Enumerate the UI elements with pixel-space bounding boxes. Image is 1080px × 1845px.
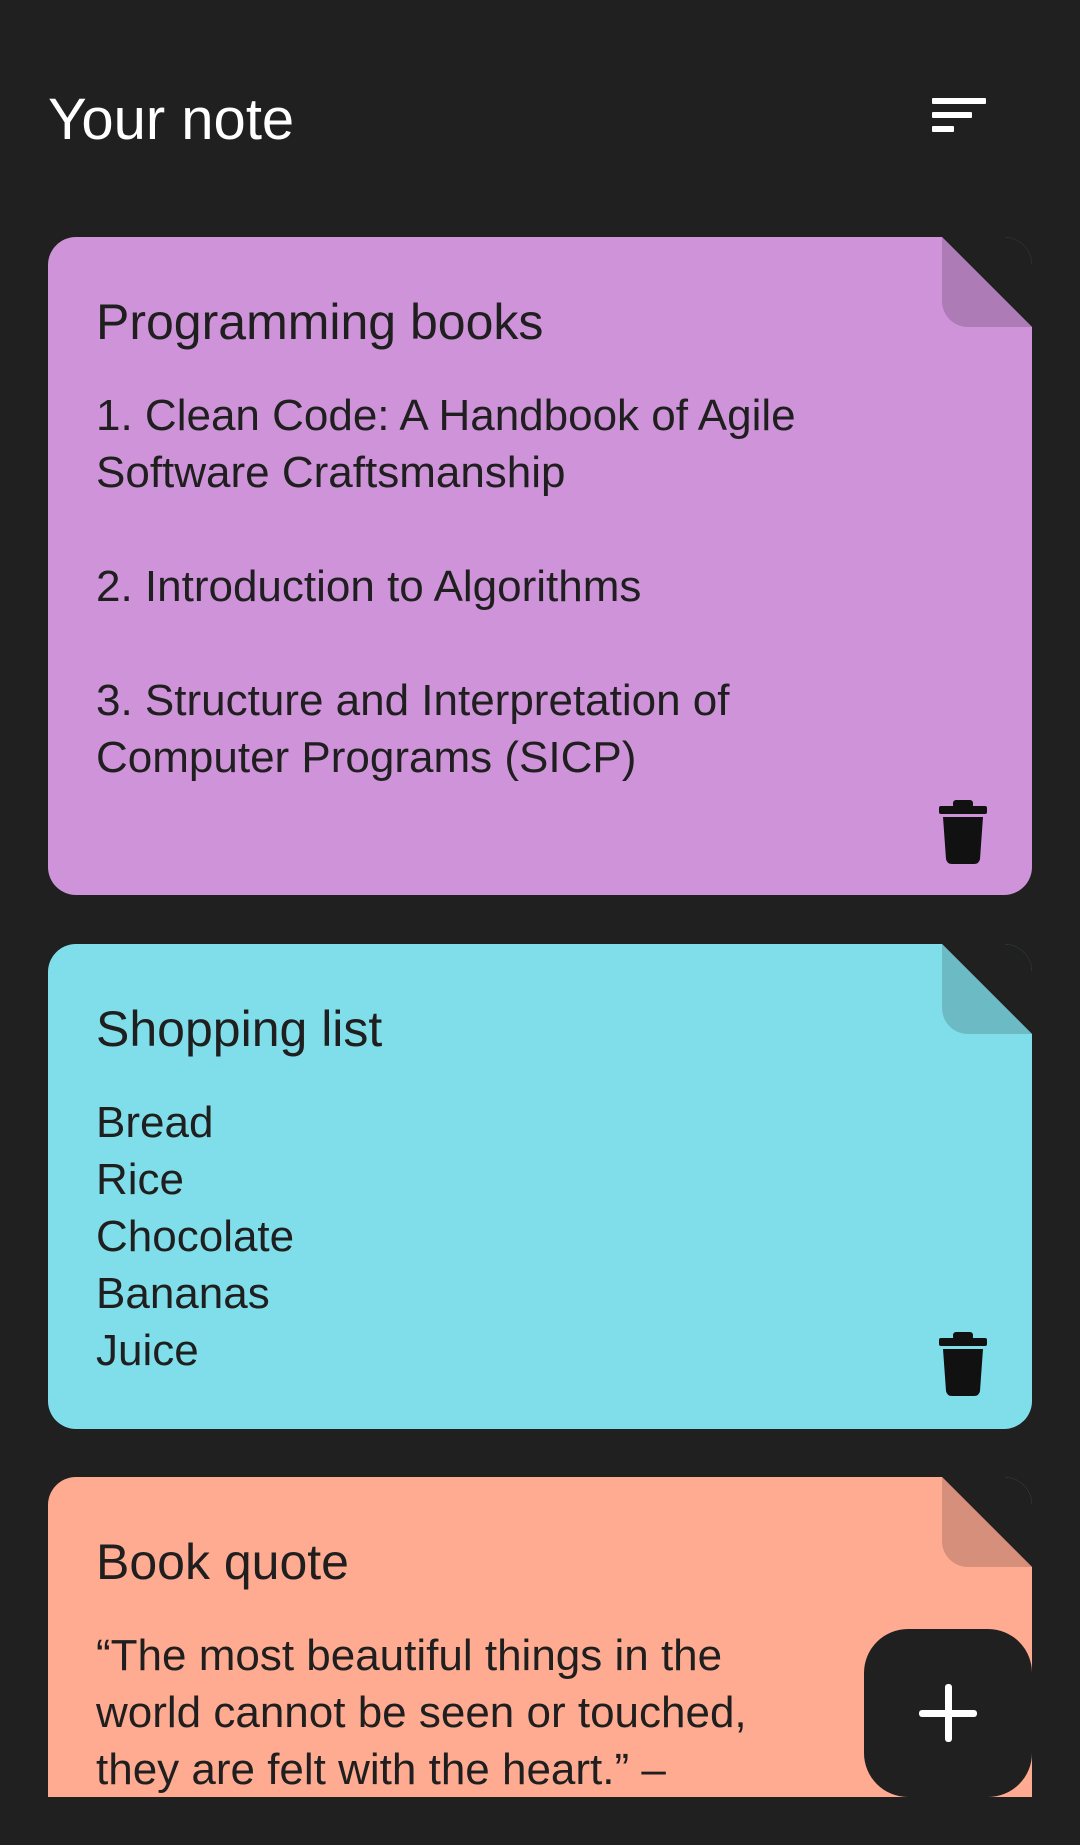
note-card[interactable]: Shopping list Bread Rice Chocolate Banan…: [48, 944, 1032, 1429]
note-body: 1. Clean Code: A Handbook of Agile Softw…: [96, 391, 796, 782]
top-app-bar: Your note: [0, 0, 1080, 220]
notes-list[interactable]: Programming books 1. Clean Code: A Handb…: [0, 220, 1080, 1797]
note-title: Book quote: [96, 1534, 349, 1590]
note-body: “The most beautiful things in the world …: [96, 1631, 747, 1794]
page-title: Your note: [48, 87, 295, 152]
delete-note-button[interactable]: [933, 1329, 993, 1399]
trash-icon: [939, 800, 987, 864]
trash-icon: [939, 1332, 987, 1396]
note-title: Shopping list: [96, 1001, 383, 1057]
bottom-system-area: [0, 1797, 1080, 1845]
delete-note-button[interactable]: [933, 797, 993, 867]
note-title: Programming books: [96, 294, 544, 350]
add-note-button[interactable]: [864, 1629, 1032, 1797]
note-card[interactable]: Programming books 1. Clean Code: A Handb…: [48, 237, 1032, 895]
note-body: Bread Rice Chocolate Bananas Juice: [96, 1098, 295, 1375]
sort-button[interactable]: [920, 88, 1000, 148]
